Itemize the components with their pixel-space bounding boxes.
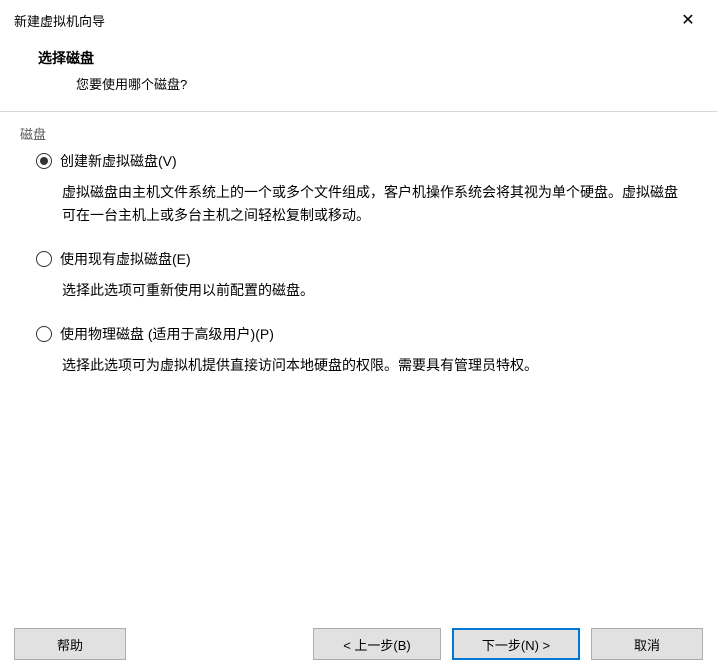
page-subheading: 您要使用哪个磁盘? <box>14 68 703 93</box>
radio-desc-physical: 选择此选项可为虚拟机提供直接访问本地硬盘的权限。需要具有管理员特权。 <box>36 344 695 377</box>
radio-desc-existing: 选择此选项可重新使用以前配置的磁盘。 <box>36 269 695 302</box>
window-title: 新建虚拟机向导 <box>14 11 105 30</box>
help-button[interactable]: 帮助 <box>14 628 126 660</box>
radio-label-physical: 使用物理磁盘 (适用于高级用户)(P) <box>60 324 274 344</box>
cancel-button[interactable]: 取消 <box>591 628 703 660</box>
radio-desc-create: 虚拟磁盘由主机文件系统上的一个或多个文件组成，客户机操作系统会将其视为单个硬盘。… <box>36 171 695 227</box>
fieldset-label-disk: 磁盘 <box>0 112 717 151</box>
back-button[interactable]: < 上一步(B) <box>313 628 441 660</box>
radio-icon <box>36 326 52 342</box>
radio-use-existing-disk[interactable]: 使用现有虚拟磁盘(E) <box>36 249 695 269</box>
radio-create-new-disk[interactable]: 创建新虚拟磁盘(V) <box>36 151 695 171</box>
radio-label-create: 创建新虚拟磁盘(V) <box>60 151 177 171</box>
radio-use-physical-disk[interactable]: 使用物理磁盘 (适用于高级用户)(P) <box>36 324 695 344</box>
radio-label-existing: 使用现有虚拟磁盘(E) <box>60 249 191 269</box>
next-button[interactable]: 下一步(N) > <box>452 628 580 660</box>
page-heading: 选择磁盘 <box>14 48 703 68</box>
close-icon[interactable]: ✕ <box>673 8 703 32</box>
radio-icon <box>36 153 52 169</box>
radio-icon <box>36 251 52 267</box>
disk-option-group: 创建新虚拟磁盘(V) 虚拟磁盘由主机文件系统上的一个或多个文件组成，客户机操作系… <box>0 151 717 377</box>
